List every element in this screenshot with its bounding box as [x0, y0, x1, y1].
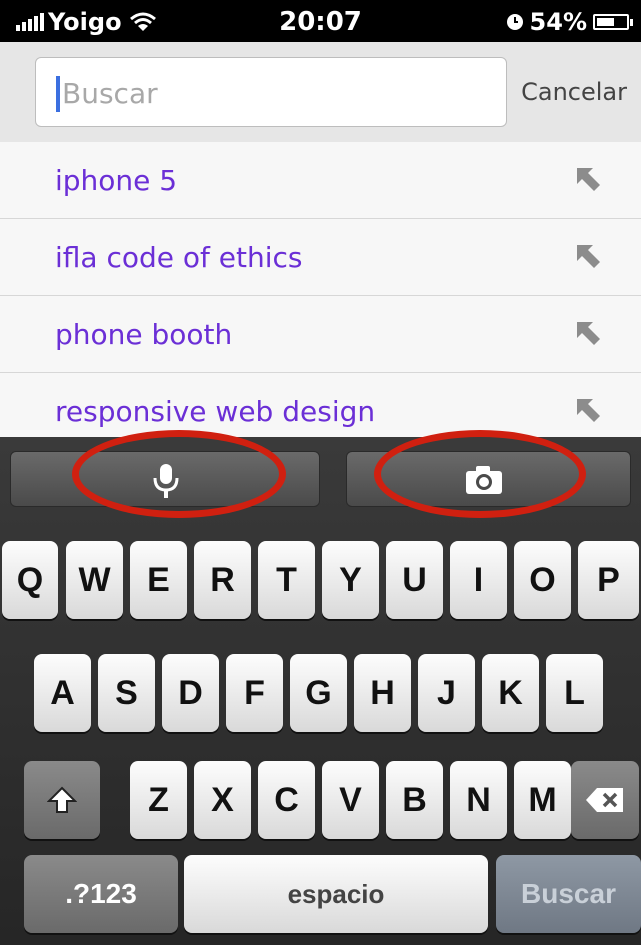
key-s[interactable]: S [98, 654, 155, 732]
cancel-button[interactable]: Cancelar [521, 78, 627, 106]
search-field[interactable] [35, 57, 507, 127]
shift-arrow-icon [47, 786, 77, 813]
key-t[interactable]: T [258, 541, 315, 619]
battery-icon [593, 14, 633, 30]
highlight-circle [72, 430, 286, 518]
backspace-key[interactable] [571, 761, 639, 839]
key-z[interactable]: Z [130, 761, 187, 839]
search-input[interactable] [62, 68, 482, 118]
key-y[interactable]: Y [322, 541, 379, 619]
suggestion-item[interactable]: iphone 5 [0, 142, 641, 219]
key-l[interactable]: L [546, 654, 603, 732]
key-c[interactable]: C [258, 761, 315, 839]
backspace-icon [586, 788, 623, 812]
shift-key[interactable] [24, 761, 100, 839]
suggestion-list: iphone 5 ifla code of ethics phone booth… [0, 142, 641, 442]
text-caret [56, 76, 60, 112]
numbers-key[interactable]: .?123 [24, 855, 178, 933]
key-w[interactable]: W [66, 541, 123, 619]
key-k[interactable]: K [482, 654, 539, 732]
key-q[interactable]: Q [2, 541, 58, 619]
key-a[interactable]: A [34, 654, 91, 732]
key-o[interactable]: O [514, 541, 571, 619]
key-j[interactable]: J [418, 654, 475, 732]
key-h[interactable]: H [354, 654, 411, 732]
key-g[interactable]: G [290, 654, 347, 732]
space-key[interactable]: espacio [184, 855, 488, 933]
suggestion-item[interactable]: phone booth [0, 296, 641, 373]
key-e[interactable]: E [130, 541, 187, 619]
search-key[interactable]: Buscar [496, 855, 641, 933]
status-bar: Yoigo 20:07 54% [0, 0, 641, 42]
suggestion-item[interactable]: ifla code of ethics [0, 219, 641, 296]
key-r[interactable]: R [194, 541, 251, 619]
key-p[interactable]: P [578, 541, 639, 619]
suggestion-text: responsive web design [55, 395, 376, 428]
key-b[interactable]: B [386, 761, 443, 839]
key-m[interactable]: M [514, 761, 571, 839]
key-f[interactable]: F [226, 654, 283, 732]
battery-percent: 54% [529, 8, 587, 36]
highlight-circle [374, 430, 586, 518]
fill-query-arrow-icon[interactable] [573, 318, 603, 348]
key-u[interactable]: U [386, 541, 443, 619]
suggestion-text: ifla code of ethics [55, 241, 303, 274]
alarm-clock-icon [506, 14, 523, 30]
suggestion-text: iphone 5 [55, 164, 178, 197]
search-bar: Cancelar [0, 42, 641, 143]
suggestion-item[interactable]: responsive web design [0, 373, 641, 442]
key-n[interactable]: N [450, 761, 507, 839]
key-x[interactable]: X [194, 761, 251, 839]
key-d[interactable]: D [162, 654, 219, 732]
suggestion-text: phone booth [55, 318, 233, 351]
fill-query-arrow-icon[interactable] [573, 164, 603, 194]
key-i[interactable]: I [450, 541, 507, 619]
fill-query-arrow-icon[interactable] [573, 395, 603, 425]
key-v[interactable]: V [322, 761, 379, 839]
keyboard: Q W E R T Y U I O P A S D F G H J K L Z … [0, 430, 641, 945]
fill-query-arrow-icon[interactable] [573, 241, 603, 271]
